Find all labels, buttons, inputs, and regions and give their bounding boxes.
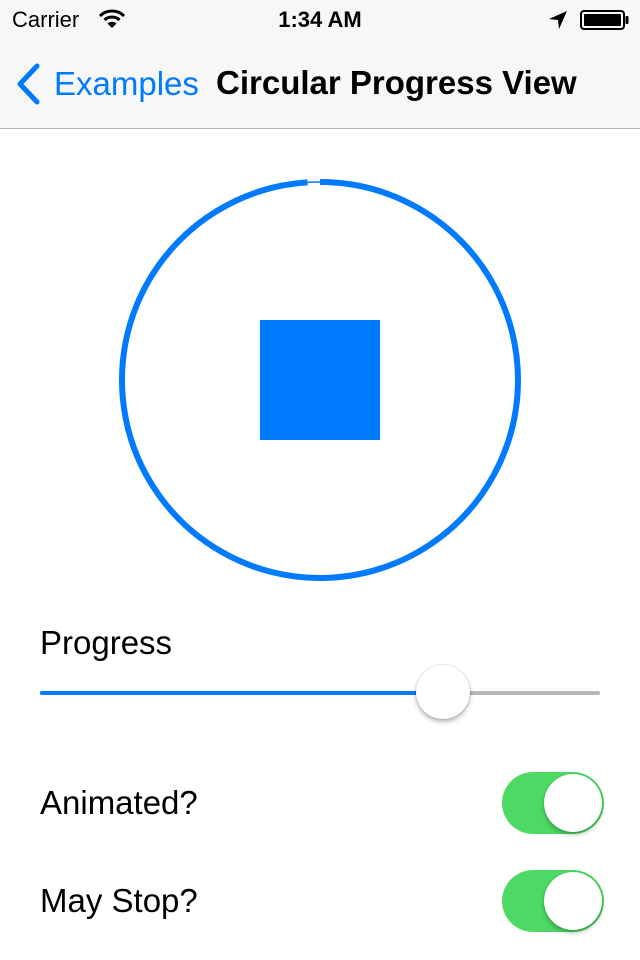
may-stop-label: May Stop? bbox=[40, 882, 198, 919]
back-button-label: Examples bbox=[54, 65, 199, 102]
animated-switch[interactable] bbox=[502, 772, 604, 834]
stop-icon bbox=[260, 320, 380, 440]
navigation-bar: Examples Circular Progress View bbox=[0, 40, 640, 129]
switch-knob bbox=[544, 872, 602, 930]
page-title: Circular Progress View bbox=[216, 64, 577, 101]
progress-label: Progress bbox=[40, 624, 173, 661]
slider-thumb[interactable] bbox=[416, 665, 471, 719]
status-bar: Carrier 1:34 AM bbox=[0, 0, 640, 40]
back-button[interactable]: Examples bbox=[14, 62, 199, 106]
progress-slider[interactable] bbox=[40, 664, 600, 722]
status-time: 1:34 AM bbox=[278, 7, 362, 32]
circular-progress-view[interactable] bbox=[118, 178, 522, 582]
location-arrow-icon bbox=[549, 11, 567, 29]
slider-track-fill bbox=[40, 691, 444, 695]
battery-icon bbox=[580, 10, 629, 30]
animated-label: Animated? bbox=[40, 784, 198, 821]
chevron-left-icon bbox=[17, 63, 40, 105]
switch-knob bbox=[544, 774, 602, 832]
may-stop-switch[interactable] bbox=[502, 870, 604, 932]
